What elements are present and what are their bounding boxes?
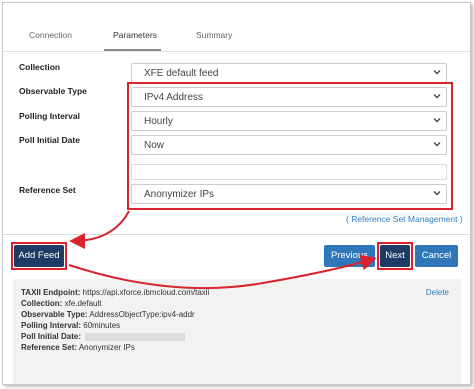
reference-set-label: Reference Set — [19, 185, 76, 195]
chevron-down-icon — [433, 94, 441, 99]
summary-value: 60minutes — [83, 321, 121, 330]
polling-interval-select[interactable]: Hourly — [131, 111, 447, 131]
polling-interval-value: Hourly — [144, 116, 173, 127]
summary-line: TAXII Endpoint: https://api.xforce.ibmcl… — [21, 288, 209, 297]
summary-value: https://api.xforce.ibmcloud.com/taxii — [82, 288, 210, 297]
summary-key: Collection: — [21, 299, 63, 308]
previous-button[interactable]: Previous — [324, 245, 375, 267]
collection-value: XFE default feed — [144, 68, 219, 79]
chevron-down-icon — [433, 118, 441, 123]
tab-parameters[interactable]: Parameters — [113, 30, 157, 40]
feed-summary-panel: Delete TAXII Endpoint: https://api.xforc… — [13, 279, 461, 384]
chevron-down-icon — [433, 191, 441, 196]
form-divider — [3, 234, 470, 235]
tab-connection[interactable]: Connection — [29, 30, 72, 40]
add-feed-button[interactable]: Add Feed — [14, 245, 64, 267]
observable-type-value: IPv4 Address — [144, 92, 203, 103]
cancel-button[interactable]: Cancel — [415, 245, 458, 267]
poll-initial-date-select[interactable]: Now — [131, 135, 447, 155]
delete-link[interactable]: Delete — [426, 288, 449, 297]
arrow-to-add-feed — [69, 210, 130, 249]
summary-value: Anonymizer IPs — [78, 343, 135, 352]
reference-set-value: Anonymizer IPs — [144, 189, 215, 200]
summary-line: Collection: xfe.default — [21, 299, 102, 308]
summary-key: TAXII Endpoint: — [21, 288, 81, 297]
redacted-date-bar — [85, 332, 186, 341]
chevron-down-icon — [433, 70, 441, 75]
summary-key: Reference Set: — [21, 343, 78, 352]
reference-set-select[interactable]: Anonymizer IPs — [131, 184, 447, 204]
summary-line: Polling Interval: 60minutes — [21, 321, 120, 330]
summary-line: Observable Type: AddressObjectType:ipv4-… — [21, 310, 195, 319]
reference-set-management-link[interactable]: ( Reference Set Management ) — [346, 214, 463, 224]
polling-interval-label: Polling Interval — [19, 111, 80, 121]
poll-initial-date-label: Poll Initial Date — [19, 135, 80, 145]
poll-initial-date-value: Now — [144, 140, 165, 151]
summary-value: xfe.default — [64, 299, 102, 308]
chevron-down-icon — [433, 142, 441, 147]
summary-line: Poll Initial Date: — [21, 332, 186, 341]
next-button[interactable]: Next — [380, 245, 410, 267]
summary-key: Poll Initial Date: — [21, 332, 82, 341]
tabs-divider — [3, 51, 470, 52]
summary-key: Polling Interval: — [21, 321, 82, 330]
summary-key: Observable Type: — [21, 310, 88, 319]
observable-type-label: Observable Type — [19, 86, 87, 96]
collection-select[interactable]: XFE default feed — [131, 63, 447, 83]
collection-label: Collection — [19, 62, 61, 72]
summary-value: AddressObjectType:ipv4-addr — [89, 310, 195, 319]
observable-type-select[interactable]: IPv4 Address — [131, 87, 447, 107]
tab-summary[interactable]: Summary — [196, 30, 232, 40]
summary-line: Reference Set: Anonymizer IPs — [21, 343, 135, 352]
add-feed-dialog: Connection Parameters Summary Collection… — [2, 2, 471, 385]
date-time-field[interactable] — [131, 164, 447, 180]
